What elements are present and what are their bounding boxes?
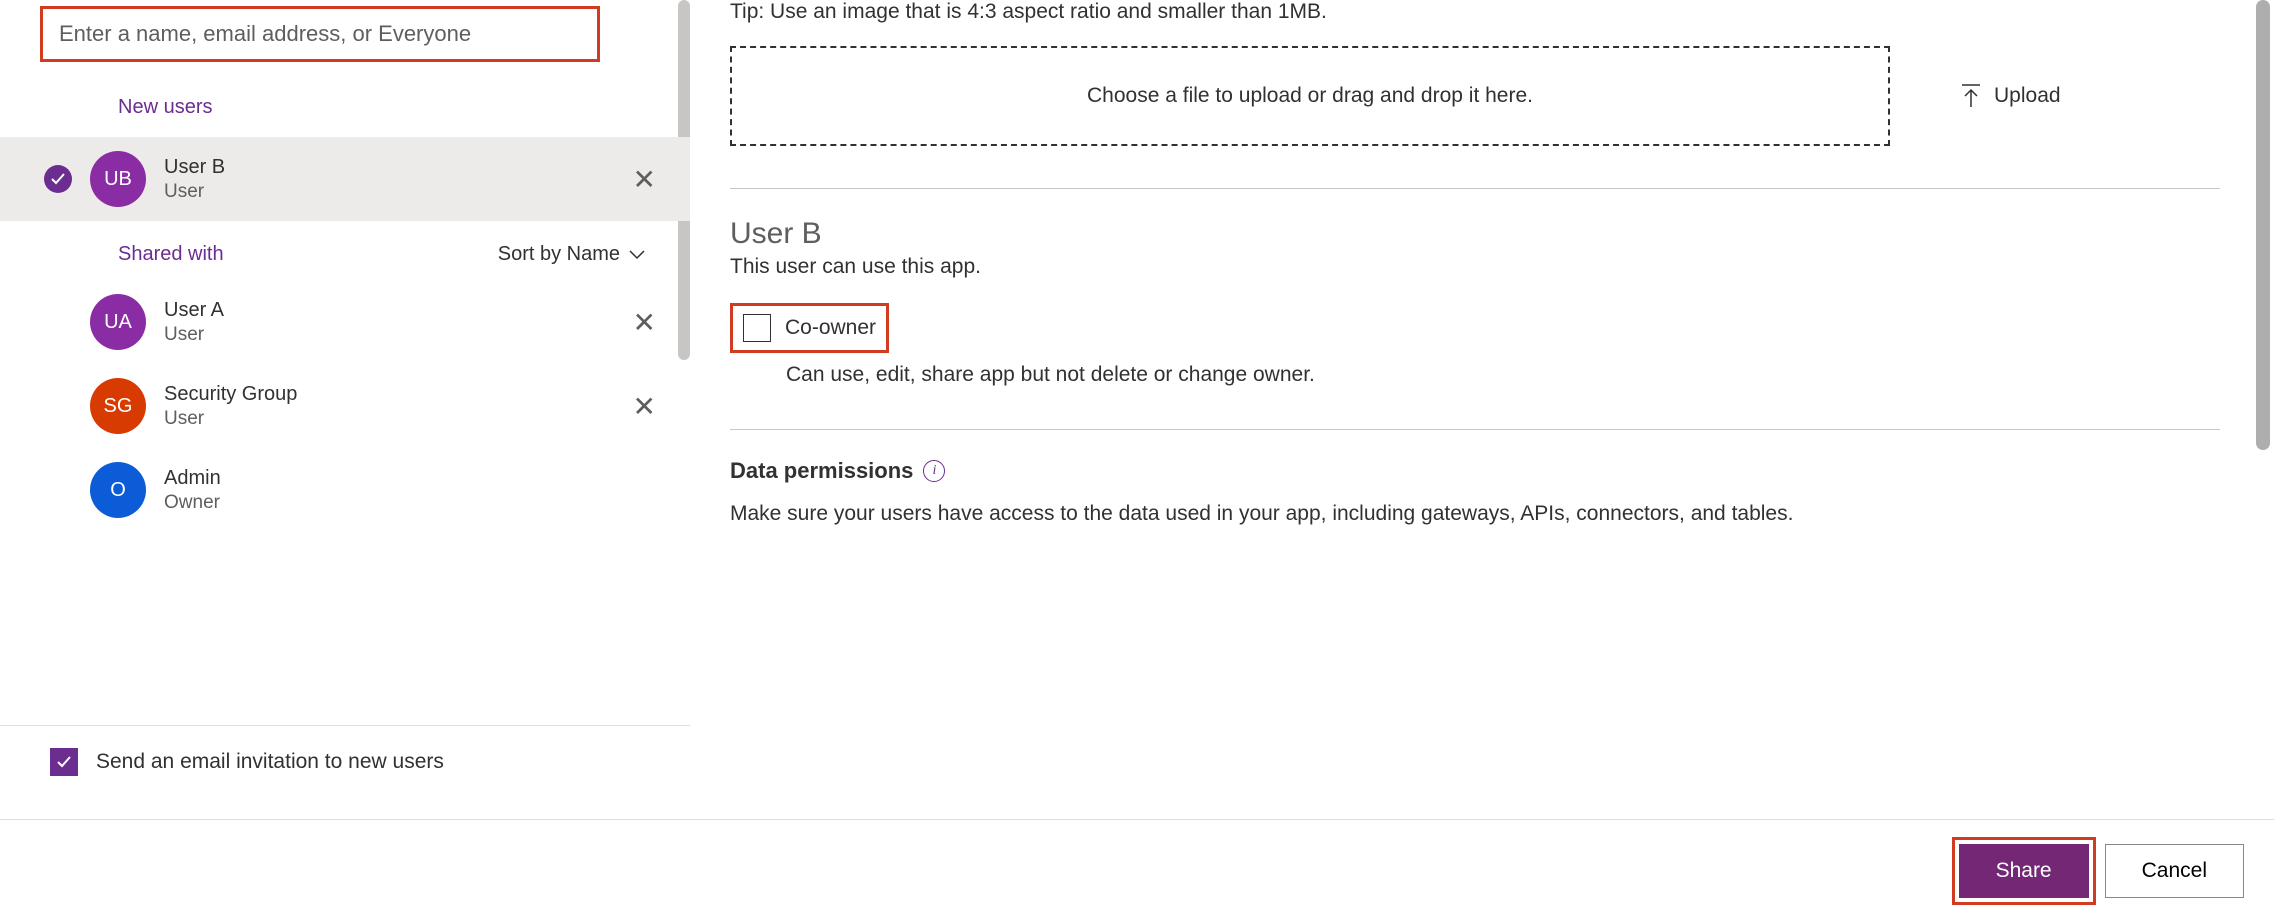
user-role: User bbox=[164, 408, 601, 430]
scrollbar[interactable] bbox=[2256, 0, 2270, 450]
remove-user-icon[interactable]: ✕ bbox=[619, 157, 670, 202]
coowner-description: Can use, edit, share app but not delete … bbox=[730, 363, 2234, 387]
coowner-label: Co-owner bbox=[785, 316, 876, 340]
new-users-heading: New users bbox=[0, 68, 690, 137]
share-button[interactable]: Share bbox=[1959, 844, 2089, 898]
sort-label: Sort by Name bbox=[498, 243, 620, 266]
remove-user-icon[interactable]: ✕ bbox=[619, 384, 670, 429]
search-input[interactable] bbox=[40, 6, 600, 62]
upload-icon bbox=[1960, 83, 1982, 109]
user-row[interactable]: SG Security Group User ✕ bbox=[0, 364, 690, 448]
upload-button[interactable]: Upload bbox=[1960, 83, 2061, 109]
remove-user-icon[interactable]: ✕ bbox=[619, 300, 670, 345]
user-row[interactable]: UA User A User ✕ bbox=[0, 280, 690, 364]
avatar: UB bbox=[90, 151, 146, 207]
detail-user-name: User B bbox=[730, 217, 2234, 251]
user-name: Admin bbox=[164, 467, 670, 490]
cancel-button[interactable]: Cancel bbox=[2105, 844, 2244, 898]
shared-with-heading: Shared with bbox=[118, 243, 224, 266]
user-role: User bbox=[164, 181, 601, 203]
user-row[interactable]: O Admin Owner bbox=[0, 448, 690, 532]
upload-dropzone[interactable]: Choose a file to upload or drag and drop… bbox=[730, 46, 1890, 146]
send-email-label: Send an email invitation to new users bbox=[96, 750, 444, 774]
divider bbox=[730, 429, 2220, 430]
divider bbox=[730, 188, 2220, 189]
user-name: User B bbox=[164, 156, 601, 179]
avatar: O bbox=[90, 462, 146, 518]
user-role: Owner bbox=[164, 492, 670, 514]
user-role: User bbox=[164, 324, 601, 346]
detail-user-sub: This user can use this app. bbox=[730, 255, 2234, 279]
sort-dropdown[interactable]: Sort by Name bbox=[498, 243, 646, 266]
avatar: SG bbox=[90, 378, 146, 434]
info-icon[interactable]: i bbox=[923, 460, 945, 482]
user-row-selected[interactable]: UB User B User ✕ bbox=[0, 137, 690, 221]
avatar: UA bbox=[90, 294, 146, 350]
user-name: Security Group bbox=[164, 383, 601, 406]
chevron-down-icon bbox=[628, 249, 646, 261]
user-name: User A bbox=[164, 299, 601, 322]
coowner-checkbox[interactable] bbox=[743, 314, 771, 342]
selected-check-icon bbox=[44, 165, 72, 193]
data-permissions-heading: Data permissions bbox=[730, 458, 913, 484]
upload-label: Upload bbox=[1994, 84, 2061, 108]
data-permissions-description: Make sure your users have access to the … bbox=[730, 502, 2234, 526]
tip-text: Tip: Use an image that is 4:3 aspect rat… bbox=[730, 0, 2234, 24]
send-email-checkbox[interactable] bbox=[50, 748, 78, 776]
